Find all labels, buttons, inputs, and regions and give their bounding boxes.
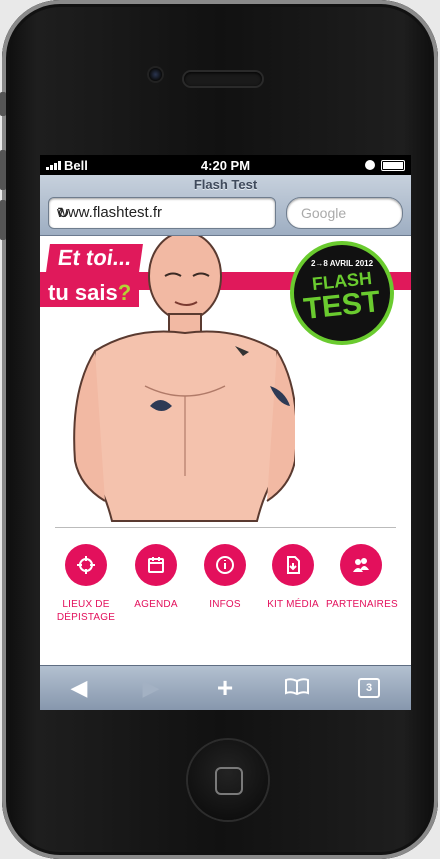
reload-icon[interactable]: ↻ (57, 204, 267, 222)
flash-test-logo: 2→8 AVRIL 2012 FLASH TEST (290, 241, 394, 345)
battery-icon (381, 159, 405, 171)
browser-toolbar: ◀ ▶ + 3 (40, 665, 411, 710)
search-field[interactable]: Google (286, 197, 403, 229)
crosshair-icon (77, 556, 95, 574)
menu-label: KIT MÉDIA (267, 599, 319, 610)
menu-label: PARTENAIRES (326, 599, 398, 610)
menu-item-lieux[interactable]: LIEUX DE DÉPISTAGE (51, 544, 121, 624)
tagline-line1: Et toi... (46, 244, 144, 272)
tagline-line2: tu sais? (40, 279, 140, 307)
people-icon (353, 558, 369, 572)
download-document-icon (287, 556, 300, 574)
menu-label: AGENDA (134, 599, 178, 610)
home-button[interactable] (188, 740, 268, 820)
status-time: 4:20 PM (200, 157, 251, 173)
bookmarks-book-icon[interactable] (284, 676, 310, 700)
mute-switch (0, 92, 6, 116)
forward-icon[interactable]: ▶ (138, 676, 164, 700)
search-placeholder: Google (301, 205, 347, 221)
menu-label: INFOS (209, 599, 241, 610)
menu-item-partenaires[interactable]: PARTENAIRES (326, 544, 398, 611)
menu-label: LIEUX DE DÉPISTAGE (56, 599, 116, 623)
phone-screen: Bell 4:20 PM Flash Test www.flashtest.fr… (40, 155, 411, 710)
volume-up-button (0, 150, 6, 190)
add-bookmark-icon[interactable]: + (212, 674, 238, 702)
tabs-icon[interactable]: 3 (358, 678, 380, 698)
page-title: Flash Test (193, 177, 258, 192)
calendar-icon (148, 557, 164, 573)
browser-address-bar: Flash Test www.flashtest.fr ↻ Google (40, 175, 411, 236)
hero-banner: Et toi... tu sais? 2→8 AVRIL 2012 FLASH … (40, 236, 411, 528)
alarm-clock-icon (365, 160, 375, 170)
menu-item-kit-media[interactable]: KIT MÉDIA (258, 544, 328, 611)
front-camera (149, 68, 162, 81)
menu-item-infos[interactable]: INFOS (190, 544, 260, 611)
back-icon[interactable]: ◀ (66, 676, 92, 700)
url-field[interactable]: www.flashtest.fr ↻ (48, 197, 276, 229)
home-square-icon (215, 767, 243, 795)
info-icon (216, 556, 234, 574)
status-bar: Bell 4:20 PM (40, 155, 411, 175)
volume-down-button (0, 200, 6, 240)
earpiece-speaker (184, 72, 262, 86)
main-menu: LIEUX DE DÉPISTAGE AGENDA INFOS KIT MÉDI… (40, 528, 411, 668)
menu-item-agenda[interactable]: AGENDA (121, 544, 191, 611)
